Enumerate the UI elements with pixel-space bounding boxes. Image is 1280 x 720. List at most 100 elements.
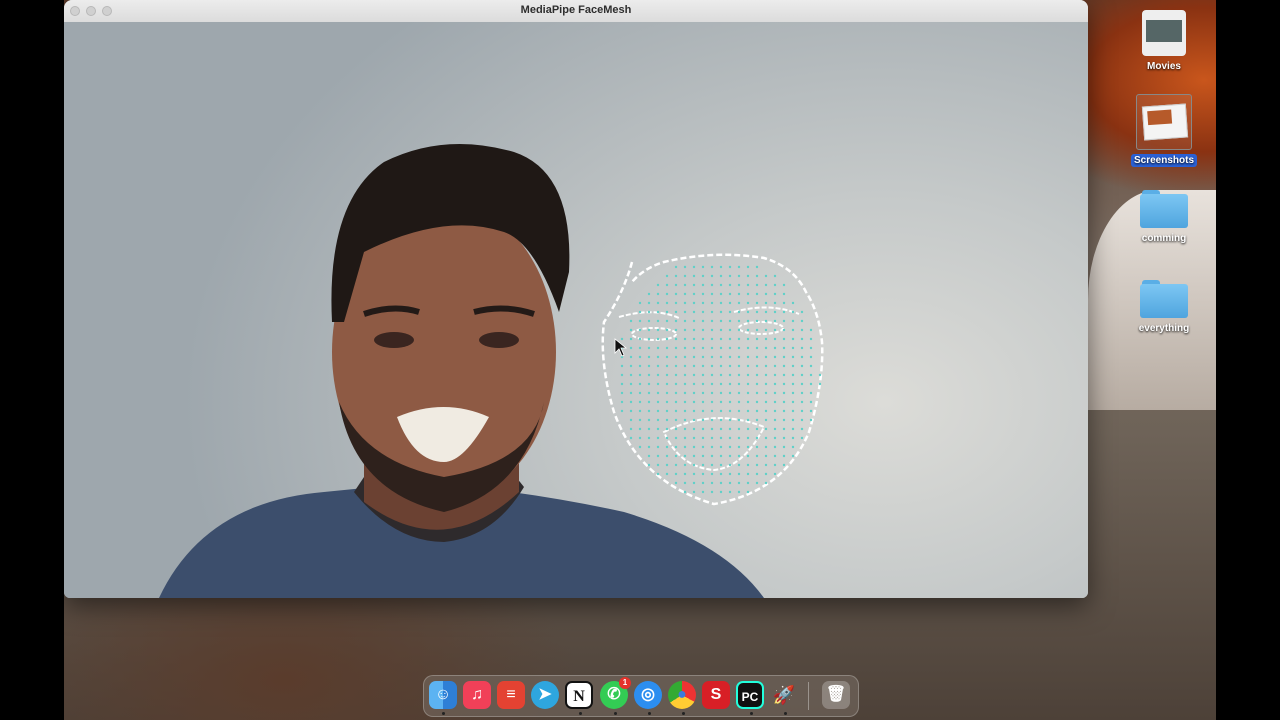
mesh-landmark <box>629 337 633 341</box>
mesh-landmark <box>683 373 687 377</box>
dock-app-chrome[interactable]: ● <box>668 681 696 709</box>
mesh-landmark <box>746 382 750 386</box>
mesh-landmark <box>692 355 696 359</box>
mesh-landmark <box>800 346 804 350</box>
dock-app-telegram[interactable]: ➤ <box>531 681 559 709</box>
dock-app-music[interactable]: ♫ <box>463 681 491 709</box>
mesh-landmark <box>737 436 741 440</box>
mesh-landmark <box>791 445 795 449</box>
dock-app-sketchup[interactable]: S <box>702 681 730 709</box>
mesh-landmark <box>746 355 750 359</box>
mesh-landmark <box>719 472 723 476</box>
window-titlebar[interactable]: MediaPipe FaceMesh <box>64 0 1088 23</box>
mesh-landmark <box>746 337 750 341</box>
mesh-landmark <box>629 319 633 323</box>
mesh-landmark <box>692 445 696 449</box>
mesh-landmark <box>737 265 741 269</box>
mesh-landmark <box>674 445 678 449</box>
mesh-landmark <box>782 391 786 395</box>
mesh-landmark <box>737 409 741 413</box>
desktop-icon-screenshots[interactable]: Screenshots <box>1124 94 1204 168</box>
mesh-landmark <box>683 328 687 332</box>
mesh-landmark <box>728 427 732 431</box>
mesh-landmark <box>638 310 642 314</box>
mesh-landmark <box>800 427 804 431</box>
mesh-landmark <box>773 337 777 341</box>
dock-app-todoist[interactable]: ≡ <box>497 681 525 709</box>
mesh-landmark <box>647 427 651 431</box>
mesh-landmark <box>683 481 687 485</box>
mesh-landmark <box>764 418 768 422</box>
finder-icon: ☺ <box>434 686 452 703</box>
dock-app-pycharm[interactable]: PC <box>736 681 764 709</box>
mesh-landmark <box>746 283 750 287</box>
mesh-landmark <box>638 328 642 332</box>
dock: ☺ ♫ ≡ ➤ N ✆ 1 ◎ ● S PC 🚀 🗑 <box>423 675 859 717</box>
desktop-icon-comming[interactable]: comming <box>1124 190 1204 246</box>
desktop-icon-label: comming <box>1141 233 1187 244</box>
mesh-landmark <box>737 301 741 305</box>
mesh-landmark <box>719 319 723 323</box>
mesh-landmark <box>737 337 741 341</box>
mesh-landmark <box>656 463 660 467</box>
mesh-landmark <box>629 373 633 377</box>
mesh-landmark <box>647 418 651 422</box>
mesh-landmark <box>710 301 714 305</box>
mesh-landmark <box>701 274 705 278</box>
mesh-landmark <box>764 427 768 431</box>
mouse-cursor <box>614 338 628 357</box>
dock-app-finder[interactable]: ☺ <box>429 681 457 709</box>
mesh-landmark <box>629 391 633 395</box>
mesh-landmark <box>755 319 759 323</box>
dock-app-notion[interactable]: N <box>565 681 593 709</box>
mesh-landmark <box>719 328 723 332</box>
mesh-landmark <box>755 337 759 341</box>
mesh-landmark <box>665 418 669 422</box>
mesh-landmark <box>647 409 651 413</box>
mesh-landmark <box>728 319 732 323</box>
mesh-landmark <box>710 337 714 341</box>
dock-app-trash[interactable]: 🗑 <box>822 681 850 709</box>
dock-app-whatsapp[interactable]: ✆ 1 <box>600 677 631 709</box>
mesh-landmark <box>800 355 804 359</box>
mesh-landmark <box>728 445 732 449</box>
mesh-landmark <box>638 418 642 422</box>
mesh-landmark <box>728 265 732 269</box>
mesh-landmark <box>710 265 714 269</box>
mesh-landmark <box>782 463 786 467</box>
mesh-landmark <box>710 373 714 377</box>
mesh-landmark <box>746 310 750 314</box>
mesh-landmark <box>764 346 768 350</box>
mesh-landmark <box>809 328 813 332</box>
mesh-landmark <box>656 373 660 377</box>
facemesh-window[interactable]: MediaPipe FaceMesh <box>64 0 1088 598</box>
mesh-landmark <box>764 463 768 467</box>
dock-app-launchpad[interactable]: 🚀 <box>770 681 798 709</box>
mesh-landmark <box>710 454 714 458</box>
mesh-landmark <box>755 436 759 440</box>
mesh-landmark <box>665 391 669 395</box>
mesh-landmark <box>800 310 804 314</box>
mesh-landmark <box>773 382 777 386</box>
face-contour <box>601 253 824 506</box>
mesh-landmark <box>647 364 651 368</box>
mesh-landmark <box>800 391 804 395</box>
dock-app-safari[interactable]: ◎ <box>634 681 662 709</box>
mesh-landmark <box>737 463 741 467</box>
mesh-landmark <box>773 472 777 476</box>
mesh-landmark <box>683 463 687 467</box>
mesh-landmark <box>656 436 660 440</box>
mesh-landmark <box>692 310 696 314</box>
mesh-landmark <box>719 409 723 413</box>
mesh-landmark <box>755 265 759 269</box>
desktop-icon-everything[interactable]: everything <box>1124 280 1204 336</box>
desktop-icon-movies[interactable]: Movies <box>1124 10 1204 74</box>
mesh-landmark <box>818 373 822 377</box>
mesh-landmark <box>791 364 795 368</box>
mesh-landmark <box>647 400 651 404</box>
mesh-landmark <box>737 490 741 494</box>
mesh-landmark <box>746 436 750 440</box>
mesh-landmark <box>746 400 750 404</box>
mesh-landmark <box>737 364 741 368</box>
mesh-landmark <box>737 346 741 350</box>
